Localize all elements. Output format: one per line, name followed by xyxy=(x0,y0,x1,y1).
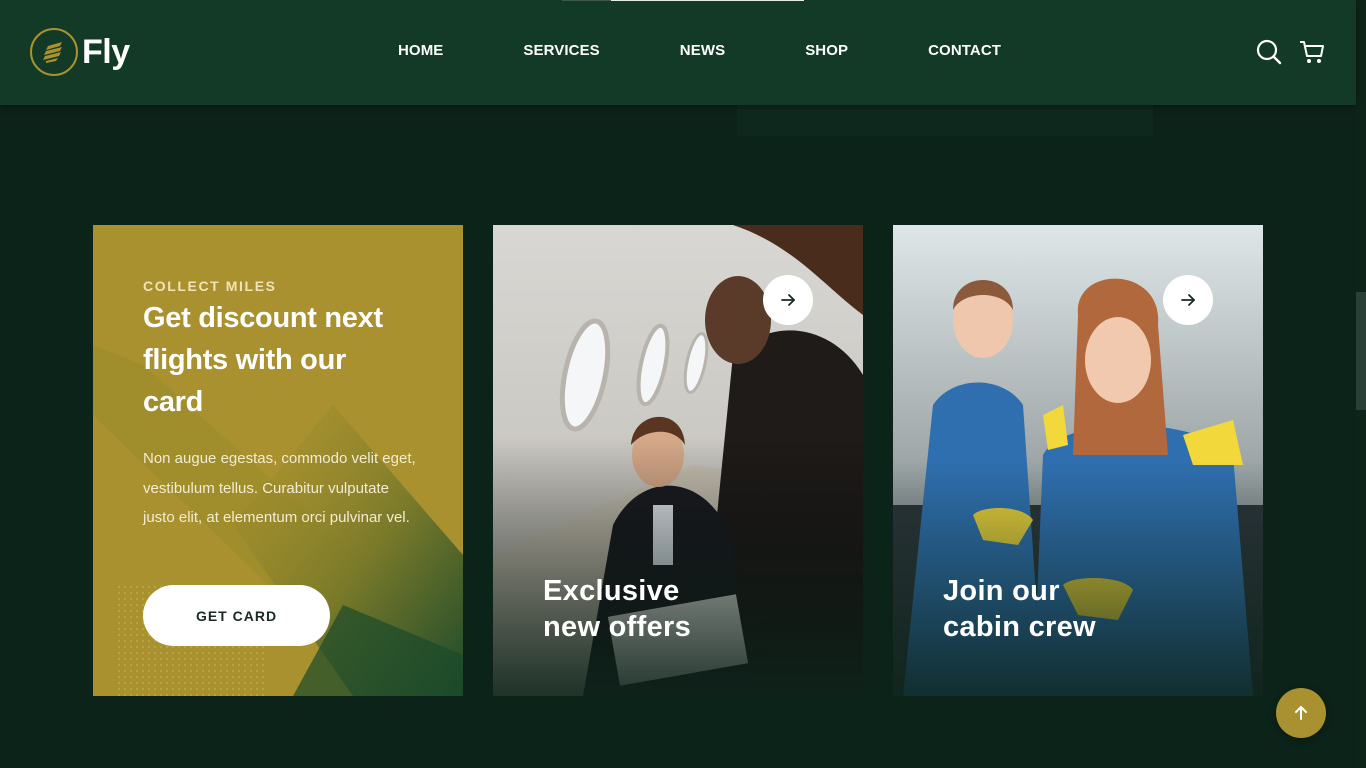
promo-eyebrow: COLLECT MILES xyxy=(143,278,277,294)
arrow-right-icon xyxy=(781,294,795,306)
nav-shop[interactable]: SHOP xyxy=(805,42,848,60)
back-to-top-button[interactable] xyxy=(1276,688,1326,738)
cart-button[interactable] xyxy=(1298,38,1326,66)
dropdown-shadow-panel xyxy=(737,105,1153,136)
offers-card[interactable]: Exclusive new offers xyxy=(493,225,863,696)
search-button[interactable] xyxy=(1255,38,1283,66)
logo-text: Fly xyxy=(82,32,130,71)
cabin-crew-title: Join our cabin crew xyxy=(943,573,1203,645)
site-header: Fly HOME SERVICES NEWS SHOP CONTACT xyxy=(0,0,1356,105)
cart-icon xyxy=(1300,41,1324,63)
top-divider-highlight xyxy=(611,0,804,1)
cabin-crew-card[interactable]: Join our cabin crew xyxy=(893,225,1263,696)
offers-title-line2: new offers xyxy=(543,611,692,643)
offers-arrow-button[interactable] xyxy=(763,275,813,325)
offers-title: Exclusive new offers xyxy=(543,573,803,645)
cabin-crew-title-line2: cabin crew xyxy=(943,611,1096,643)
cabin-crew-arrow-button[interactable] xyxy=(1163,275,1213,325)
top-divider xyxy=(562,0,612,1)
scrollbar-thumb[interactable] xyxy=(1356,292,1366,410)
promo-description: Non augue egestas, commodo velit eget, v… xyxy=(143,450,416,526)
main-nav: HOME SERVICES NEWS SHOP CONTACT xyxy=(398,42,1001,60)
offers-title-line1: Exclusive xyxy=(543,575,680,607)
nav-contact[interactable]: CONTACT xyxy=(928,42,1001,60)
arrow-up-icon xyxy=(1295,706,1307,720)
logo-icon xyxy=(30,28,78,76)
nav-home[interactable]: HOME xyxy=(398,42,443,60)
nav-services[interactable]: SERVICES xyxy=(523,42,599,60)
logo-link[interactable]: Fly xyxy=(30,28,130,76)
cabin-crew-title-line1: Join our xyxy=(943,575,1060,607)
get-card-button[interactable]: GET CARD xyxy=(143,585,330,646)
promo-title: Get discount next flights with our card xyxy=(143,302,383,418)
promo-card: COLLECT MILES Get discount next flights … xyxy=(93,225,463,696)
nav-news[interactable]: NEWS xyxy=(680,42,725,60)
arrow-right-icon xyxy=(1181,294,1195,306)
search-icon xyxy=(1256,39,1282,65)
